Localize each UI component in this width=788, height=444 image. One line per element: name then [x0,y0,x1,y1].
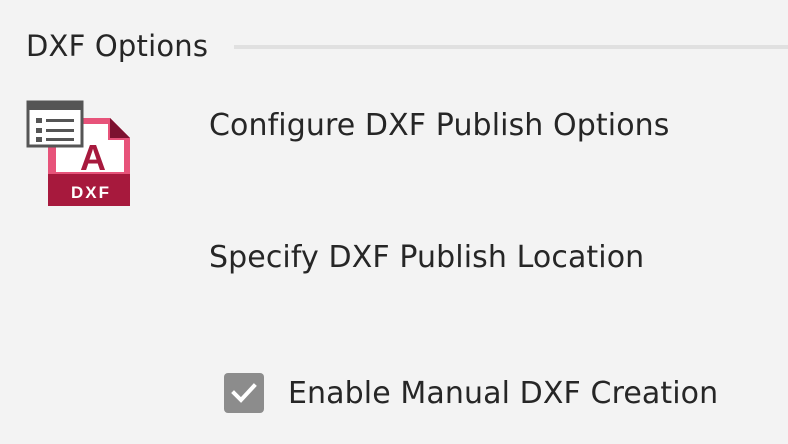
specify-dxf-publish-location-link[interactable]: Specify DXF Publish Location [209,240,644,275]
dxf-file-icon: A DXF [26,100,136,210]
section-divider [234,45,788,49]
enable-manual-dxf-creation-option[interactable]: Enable Manual DXF Creation [224,370,718,416]
dxf-icon-caption: DXF [71,183,111,202]
enable-manual-dxf-creation-label: Enable Manual DXF Creation [288,375,719,411]
configure-dxf-publish-options-link[interactable]: Configure DXF Publish Options [209,108,670,143]
section-header: DXF Options [26,24,788,68]
section-title: DXF Options [26,29,209,63]
dxf-icon-letter: A [80,137,106,178]
checkmark-icon [231,383,257,403]
enable-manual-dxf-creation-checkbox[interactable] [224,373,264,413]
